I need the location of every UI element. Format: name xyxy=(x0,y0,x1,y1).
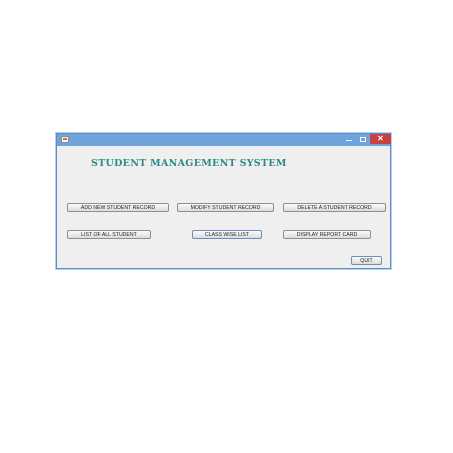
add-new-student-record-button[interactable]: ADD NEW STUDENT RECORD xyxy=(67,203,169,212)
class-wise-list-button[interactable]: CLASS WISE LIST xyxy=(192,230,262,239)
java-app-icon[interactable] xyxy=(61,136,69,143)
app-window: ✕ STUDENT MANAGEMENT SYSTEM ADD NEW STUD… xyxy=(56,133,391,269)
minimize-button[interactable] xyxy=(342,134,356,144)
list-all-students-button[interactable]: LIST OF ALL STUDENT xyxy=(67,230,151,239)
minimize-icon xyxy=(346,140,352,141)
modify-student-record-button[interactable]: MODIFY STUDENT RECORD xyxy=(177,203,274,212)
maximize-button[interactable] xyxy=(356,134,370,144)
maximize-icon xyxy=(360,136,366,142)
title-bar[interactable]: ✕ xyxy=(57,134,391,146)
display-report-card-button[interactable]: DISPLAY REPORT CARD xyxy=(283,230,371,239)
close-icon: ✕ xyxy=(377,134,384,143)
delete-student-record-button[interactable]: DELETE A STUDENT RECORD xyxy=(283,203,386,212)
app-title: STUDENT MANAGEMENT SYSTEM xyxy=(91,158,287,169)
quit-button[interactable]: QUIT xyxy=(351,256,382,265)
close-button[interactable]: ✕ xyxy=(370,134,391,144)
